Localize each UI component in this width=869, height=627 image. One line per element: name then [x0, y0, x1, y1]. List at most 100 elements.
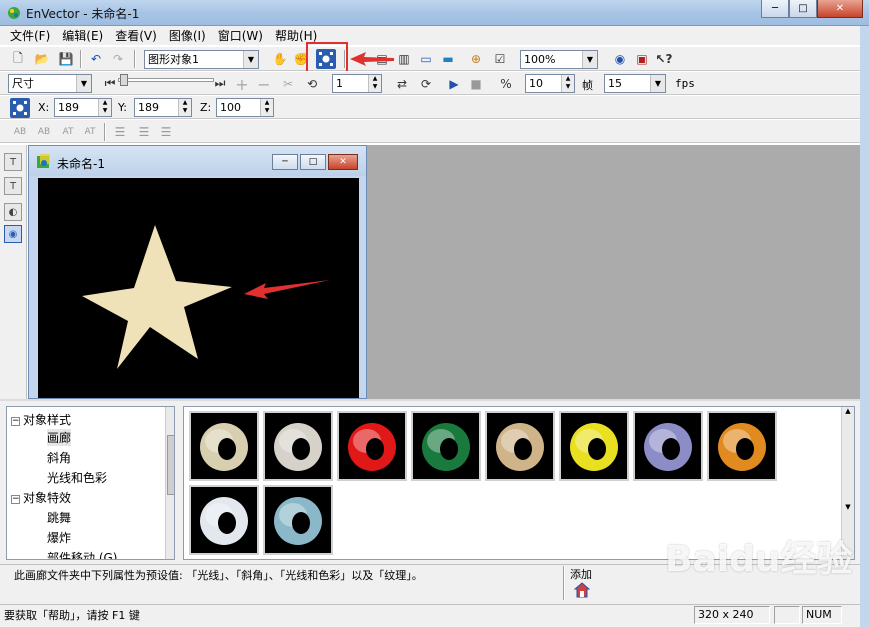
- gallery-thumb-ring-yellow[interactable]: [559, 411, 629, 481]
- gallery-thumb-ring-white[interactable]: [189, 485, 259, 555]
- fps-select[interactable]: 15 ▼: [604, 74, 666, 93]
- slider-end-icon[interactable]: ⏭: [210, 73, 230, 93]
- object-tool-icon[interactable]: ◉: [4, 225, 22, 243]
- tree-item-part-move[interactable]: 部件移动 (G): [47, 549, 117, 559]
- globe-icon[interactable]: ⊕: [466, 49, 486, 69]
- drawing-canvas[interactable]: [38, 178, 359, 398]
- tree-item-explode[interactable]: 爆炸: [47, 529, 71, 546]
- align-center-icon[interactable]: ☰: [134, 122, 154, 142]
- open-folder-icon[interactable]: 📂: [32, 49, 52, 69]
- text-style-icon[interactable]: AB: [10, 122, 30, 142]
- tree-item-lighting-color[interactable]: 光线和色彩: [47, 469, 107, 486]
- hand-icon[interactable]: ✋: [270, 49, 290, 69]
- gallery-thumb-ring-cream[interactable]: [189, 411, 259, 481]
- text-spacing-icon[interactable]: AT: [58, 122, 78, 142]
- text-tool-icon[interactable]: T: [4, 153, 22, 171]
- app-icon: [8, 7, 20, 19]
- menu-edit[interactable]: 编辑(E): [56, 27, 109, 44]
- text-frame-tool-icon[interactable]: T: [4, 177, 22, 195]
- display-icon[interactable]: ▬: [438, 49, 458, 69]
- minimize-button[interactable]: ─: [761, 0, 789, 18]
- stepper-arrows[interactable]: ▲ ▼: [368, 75, 381, 92]
- tree-item-gallery[interactable]: 画廊: [47, 429, 72, 446]
- text-spacing-icon[interactable]: AT: [80, 122, 100, 142]
- add-button[interactable]: 添加: [570, 566, 610, 600]
- doc-minimize-button[interactable]: ─: [272, 154, 298, 170]
- y-stepper[interactable]: 189 ▲ ▼: [134, 98, 192, 117]
- doc-close-button[interactable]: ✕: [328, 154, 358, 170]
- help-pointer-icon[interactable]: ↖?: [654, 49, 674, 69]
- play-icon[interactable]: ▶: [444, 74, 464, 94]
- frames-stepper[interactable]: 10 ▲ ▼: [525, 74, 575, 93]
- undo-icon[interactable]: ↶: [86, 49, 106, 69]
- gallery-thumb-ring-orange[interactable]: [707, 411, 777, 481]
- description-separator: [563, 566, 565, 600]
- tree-item-object-effects[interactable]: − 对象特效: [11, 489, 71, 506]
- mode-select[interactable]: 尺寸 ▼: [8, 74, 92, 93]
- render-icon[interactable]: ◉: [610, 49, 630, 69]
- align-right-icon[interactable]: ☰: [156, 122, 176, 142]
- slider-start-icon[interactable]: ⏮: [100, 73, 120, 93]
- scrollbar-thumb[interactable]: [167, 435, 174, 495]
- frame-stepper[interactable]: 1 ▲ ▼: [332, 74, 382, 93]
- document-icon: [37, 154, 50, 168]
- status-size: 320 x 240: [694, 606, 770, 624]
- export-icon[interactable]: ▣: [632, 49, 652, 69]
- stepper-arrows[interactable]: ▲ ▼: [178, 99, 191, 116]
- tree-item-label: 画廊: [47, 431, 72, 445]
- save-icon[interactable]: 💾: [56, 49, 76, 69]
- stepper-arrows[interactable]: ▲ ▼: [98, 99, 111, 116]
- position-object-icon[interactable]: [10, 98, 30, 118]
- loop-icon[interactable]: ⟲: [302, 74, 322, 94]
- doc-maximize-button[interactable]: □: [300, 154, 326, 170]
- refresh-icon[interactable]: ⟳: [416, 74, 436, 94]
- redo-icon[interactable]: ↷: [108, 49, 128, 69]
- align-left-icon[interactable]: ☰: [110, 122, 130, 142]
- percent-icon[interactable]: %: [496, 74, 516, 94]
- x-stepper[interactable]: 189 ▲ ▼: [54, 98, 112, 117]
- monitor-icon[interactable]: ▭: [416, 49, 436, 69]
- menu-file[interactable]: 文件(F): [4, 27, 56, 44]
- chevron-up-icon[interactable]: ▲: [845, 407, 850, 415]
- slider-thumb[interactable]: [120, 74, 128, 86]
- gallery-thumb-ring-blue[interactable]: [263, 485, 333, 555]
- menu-view[interactable]: 查看(V): [109, 27, 163, 44]
- style-tree[interactable]: − 对象样式 画廊 斜角 光线和色彩 − 对象特效 跳舞 爆炸 部件移动 (G): [6, 406, 175, 560]
- gallery-thumb-ring-green[interactable]: [411, 411, 481, 481]
- menu-window[interactable]: 窗口(W): [212, 27, 269, 44]
- zoom-select[interactable]: 100% ▼: [520, 50, 598, 69]
- stepper-arrows[interactable]: ▲ ▼: [260, 99, 273, 116]
- maximize-button[interactable]: □: [789, 0, 817, 18]
- tree-item-object-style[interactable]: − 对象样式: [11, 411, 71, 428]
- tree-item-dance[interactable]: 跳舞: [47, 509, 71, 526]
- text-style-icon[interactable]: AB: [34, 122, 54, 142]
- collapse-icon[interactable]: −: [11, 495, 20, 504]
- document-window: 未命名-1 ─ □ ✕: [28, 145, 367, 399]
- tree-scrollbar[interactable]: [165, 407, 174, 559]
- gallery-thumb-ring-lavender[interactable]: [633, 411, 703, 481]
- frame-slider[interactable]: [118, 78, 214, 82]
- z-stepper[interactable]: 100 ▲ ▼: [216, 98, 274, 117]
- remove-frame-icon[interactable]: −: [254, 74, 274, 94]
- add-frame-icon[interactable]: +: [232, 74, 252, 94]
- stepper-arrows[interactable]: ▲ ▼: [561, 75, 574, 92]
- new-file-icon[interactable]: 🗋: [8, 49, 28, 69]
- collapse-icon[interactable]: −: [11, 417, 20, 426]
- gallery-thumb-ring-gray[interactable]: [263, 411, 333, 481]
- toolbar-separator: [80, 50, 82, 68]
- status-help: 要获取「帮助」，请按 F1 键: [4, 609, 140, 622]
- menu-image[interactable]: 图像(I): [163, 27, 212, 44]
- gallery-thumb-ring-tan[interactable]: [485, 411, 555, 481]
- shape-tool-icon[interactable]: ◐: [4, 203, 22, 221]
- swap-icon[interactable]: ⇄: [392, 74, 412, 94]
- stop-icon[interactable]: ■: [466, 74, 486, 94]
- object-type-select[interactable]: 图形对象1 ▼: [144, 50, 259, 69]
- chevron-down-icon[interactable]: ▼: [845, 503, 850, 511]
- gallery-thumb-ring-red[interactable]: [337, 411, 407, 481]
- close-button[interactable]: ✕: [817, 0, 863, 18]
- tree-item-label: 光线和色彩: [47, 471, 108, 485]
- scissors-icon[interactable]: ✂: [278, 74, 298, 94]
- ring-icon: [644, 423, 692, 471]
- tree-item-bevel[interactable]: 斜角: [47, 449, 71, 466]
- properties-icon[interactable]: ☑: [490, 49, 510, 69]
